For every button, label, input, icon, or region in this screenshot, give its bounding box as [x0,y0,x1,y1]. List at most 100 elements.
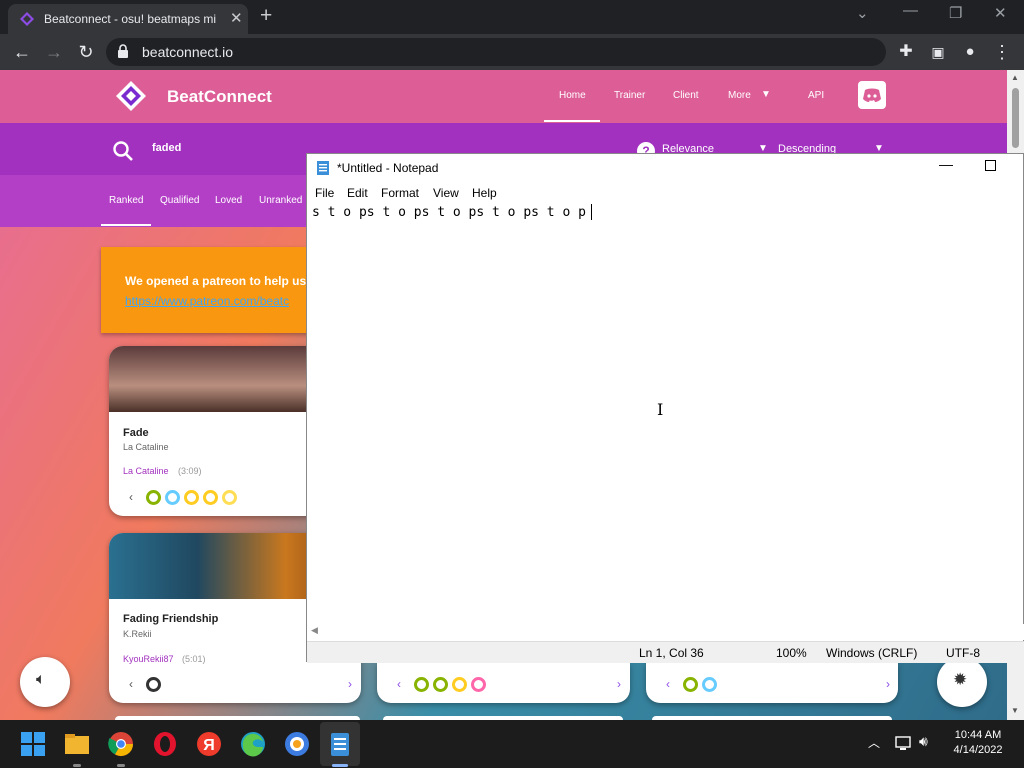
menu-format[interactable]: Format [381,186,419,200]
volume-button[interactable]: 🔈︎ [20,657,70,707]
profile-icon[interactable]: ● [958,40,982,64]
horizontal-scrollbar[interactable]: ◀ [307,624,1024,640]
nav-more[interactable]: More [728,90,751,101]
nav-client[interactable]: Client [673,90,699,101]
notepad-minimize-icon[interactable]: — [939,156,953,172]
file-explorer-icon[interactable] [63,730,91,758]
network-icon[interactable] [895,735,913,751]
address-bar[interactable]: beatconnect.io [106,38,886,66]
yandex-browser-icon[interactable]: Я [195,730,223,758]
prev-diff-icon[interactable]: ‹ [397,677,401,691]
discord-icon [863,88,881,102]
beatconnect-logo-icon[interactable] [116,81,146,111]
more-chevron-icon[interactable]: ▼ [761,89,771,100]
system-clock[interactable]: 10:44 AM 4/14/2022 [946,729,1010,756]
edge-icon[interactable] [239,730,267,758]
beatmap-mapper[interactable]: KyouRekii87 [123,654,174,664]
next-diff-icon[interactable]: › [348,677,352,691]
nav-active-indicator [544,120,600,122]
speaker-icon: 🔈︎ [36,671,46,688]
filter-ranked[interactable]: Ranked [109,195,143,206]
prev-diff-icon[interactable]: ‹ [666,677,670,691]
difficulty-icons [146,677,165,697]
beatmap-card[interactable]: ‹ › [377,663,630,703]
beatmap-mapper[interactable]: La Cataline [123,466,169,476]
prev-diff-icon[interactable]: ‹ [129,490,133,504]
next-diff-icon[interactable]: › [617,677,621,691]
nav-home[interactable]: Home [559,90,586,101]
theme-toggle-button[interactable]: ✹ [937,657,987,707]
show-hidden-icons-chevron[interactable]: ︿ [868,734,880,751]
next-diff-icon[interactable]: › [886,677,890,691]
difficulty-icons [146,490,241,510]
search-input[interactable]: faded [152,142,181,154]
active-app-indicator [332,764,348,767]
beatmap-card[interactable]: ‹ › [646,663,898,703]
windows-start-icon[interactable] [19,730,47,758]
browser-tab[interactable]: Beatconnect - osu! beatmaps mi ✕ [8,4,248,34]
windows-taskbar: Я ︿ 🔊︎ 10:44 AM 4/14/2022 [0,720,1024,768]
notepad-window: *Untitled - Notepad — File Edit Format V… [306,153,1024,663]
menu-dots-icon[interactable]: ⋮ [990,40,1014,64]
notepad-title: *Untitled - Notepad [337,161,439,175]
new-tab-button[interactable]: + [260,4,272,28]
running-indicator [73,764,81,767]
beatmap-title: Fade [123,427,149,439]
filter-unranked[interactable]: Unranked [259,195,302,206]
chrome-icon[interactable] [107,730,135,758]
forward-icon[interactable]: → [42,40,66,64]
prev-diff-icon[interactable]: ‹ [129,677,133,691]
beatmap-artist: La Cataline [123,442,169,452]
restore-icon[interactable]: ❐ [949,4,962,22]
filter-qualified[interactable]: Qualified [160,195,199,206]
tab-search-icon[interactable]: ⌄ [856,4,869,22]
scrollbar-thumb[interactable] [1012,88,1019,148]
nav-trainer[interactable]: Trainer [614,90,645,101]
notepad-taskbar-icon[interactable] [326,730,354,758]
lock-icon [118,44,128,58]
volume-tray-icon[interactable]: 🔊︎ [919,733,928,750]
beatmap-length: (3:09) [178,466,202,476]
beatmap-title: Fading Friendship [123,613,219,625]
difficulty-icons [414,677,490,697]
text-caret [591,204,592,220]
side-panel-icon[interactable]: ▣ [926,40,950,64]
reload-icon[interactable]: ↻ [74,40,98,64]
discord-button[interactable] [858,81,886,109]
filter-active-indicator [101,224,151,226]
status-line-ending: Windows (CRLF) [826,646,918,660]
scroll-down-icon[interactable]: ▼ [1011,706,1019,715]
scroll-left-icon[interactable]: ◀ [311,625,318,636]
menu-view[interactable]: View [433,186,459,200]
menu-file[interactable]: File [315,186,334,200]
notepad-text-area[interactable]: s t o ps t o ps t o ps t o ps t o p [312,205,586,220]
site-header: BeatConnect Home Trainer Client More ▼ A… [0,70,1007,123]
status-cursor-position: Ln 1, Col 36 [639,646,704,660]
back-icon[interactable]: ← [10,40,34,64]
svg-text:Я: Я [203,737,215,754]
patreon-link[interactable]: https://www.patreon.com/beatc [125,294,289,308]
url-text: beatconnect.io [142,44,234,60]
close-tab-icon[interactable]: ✕ [230,9,243,27]
scroll-up-icon[interactable]: ▲ [1011,73,1019,82]
close-window-icon[interactable]: ✕ [994,4,1007,22]
opera-icon[interactable] [151,730,179,758]
beatmap-artist: K.Rekii [123,629,152,639]
brave-browser-icon[interactable] [283,730,311,758]
nav-api[interactable]: API [808,90,824,101]
lightbulb-icon: ✹ [953,670,968,689]
beatconnect-favicon-icon [20,12,34,26]
notepad-app-icon [317,161,329,175]
site-brand[interactable]: BeatConnect [167,87,272,107]
minimize-icon[interactable]: — [903,2,918,19]
search-icon[interactable] [112,140,134,162]
tab-title: Beatconnect - osu! beatmaps mi [44,12,217,26]
filter-loved[interactable]: Loved [215,195,242,206]
notepad-maximize-icon[interactable] [985,160,996,171]
menu-edit[interactable]: Edit [347,186,368,200]
menu-help[interactable]: Help [472,186,497,200]
status-zoom: 100% [776,646,807,660]
extensions-icon[interactable]: ✚ [894,40,918,64]
i-beam-cursor-icon: I [657,400,664,419]
clock-date: 4/14/2022 [953,744,1003,756]
